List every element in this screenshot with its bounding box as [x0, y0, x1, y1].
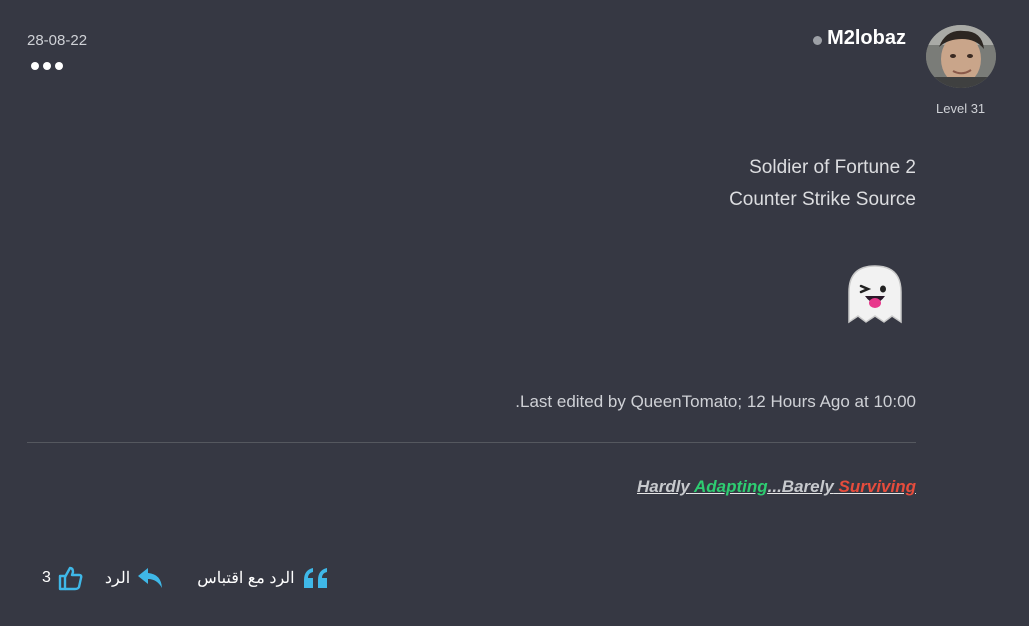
like-button[interactable]: 3 — [42, 565, 83, 591]
more-dots-icon — [31, 62, 39, 70]
like-count: 3 — [42, 569, 51, 586]
reply-arrow-icon — [138, 568, 163, 588]
username-link[interactable]: M2lobaz — [827, 27, 906, 50]
reply-label: الرد — [104, 570, 131, 587]
content-line: Counter Strike Source — [729, 189, 916, 210]
quote-label: الرد مع اقتباس — [197, 570, 295, 587]
user-info: M2lobaz — [813, 27, 906, 50]
reply-button[interactable]: الرد — [105, 566, 163, 590]
more-dots-icon — [55, 62, 63, 70]
user-level: Level 31 — [936, 101, 986, 116]
content-line: Soldier of Fortune 2 — [749, 157, 916, 178]
avatar-image — [926, 25, 996, 88]
avatar[interactable] — [926, 25, 996, 88]
reply-with-quote-button[interactable]: الرد مع اقتباس — [197, 566, 329, 590]
signature-text: Surviving — [838, 477, 916, 496]
status-dot-icon — [813, 35, 823, 45]
quote-icon — [303, 568, 327, 588]
ghost-emoji-icon — [843, 262, 907, 326]
edit-note: .Last edited by QueenTomato; 12 Hours Ag… — [515, 392, 916, 411]
more-dots-icon — [43, 62, 51, 70]
signature-text: Adapting — [693, 477, 768, 496]
signature-text: ...Barely — [767, 477, 834, 496]
signature-link[interactable]: Hardly Adapting...Barely Surviving — [637, 477, 916, 497]
signature-text: Hardly — [636, 477, 690, 496]
more-options-button[interactable] — [31, 62, 63, 70]
divider — [27, 442, 916, 443]
post-actions: 3 الرد الرد مع اقتباس — [42, 563, 330, 593]
post-date: 28-08-22 — [27, 32, 88, 49]
thumbs-up-icon — [58, 566, 83, 591]
post-content: Soldier of Fortune 2 Counter Strike Sour… — [729, 152, 916, 216]
